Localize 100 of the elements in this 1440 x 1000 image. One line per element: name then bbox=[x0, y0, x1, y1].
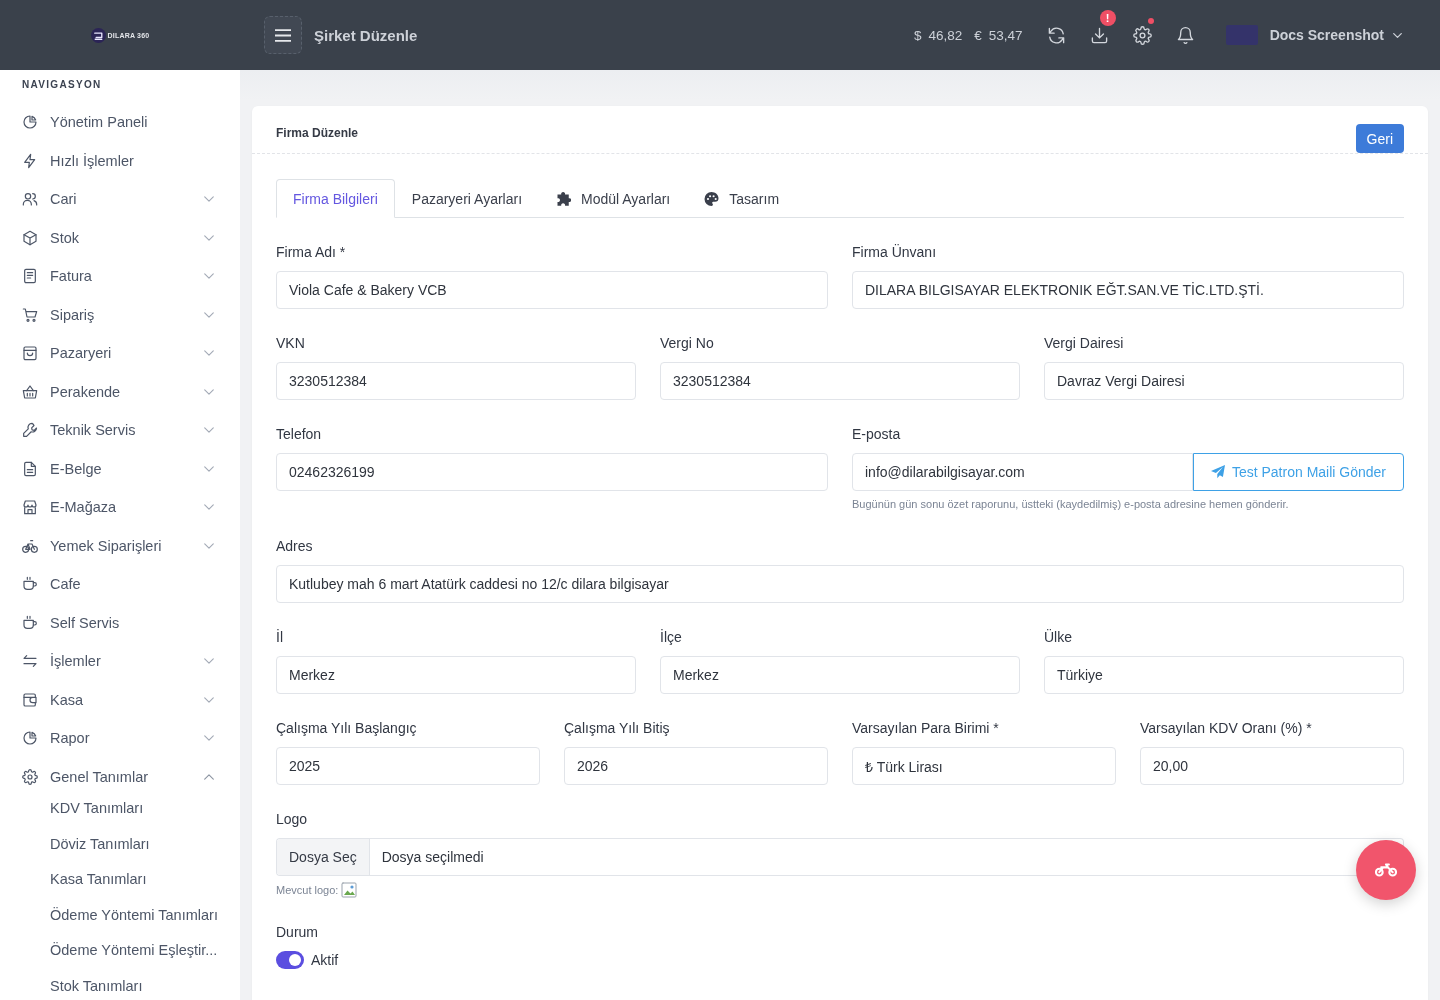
text-field[interactable]: DILARA BILGISAYAR ELEKTRONIK EĞT.SAN.VE TİC.LTD.ŞTİ. bbox=[852, 271, 1404, 309]
submenu-item[interactable]: Ödeme Yöntemi Tanımları bbox=[0, 897, 240, 933]
sidebar-item[interactable]: Fatura bbox=[0, 257, 240, 296]
submenu-item[interactable]: Döviz Tanımları bbox=[0, 826, 240, 862]
bag-icon bbox=[22, 345, 38, 362]
sidebar-item[interactable]: Teknik Servis bbox=[0, 411, 240, 450]
sidebar-item[interactable]: Hızlı İşlemler bbox=[0, 141, 240, 180]
help-text: Bugünün gün sonu özet raporunu, üstteki (kaydedilmiş) e-posta adresine hemen gönderir. bbox=[852, 497, 1290, 512]
sidebar-item[interactable]: Cafe bbox=[0, 565, 240, 604]
store-icon bbox=[22, 499, 38, 516]
users-icon bbox=[22, 191, 38, 208]
field-label: Adres bbox=[276, 537, 314, 556]
tab[interactable]: Pazaryeri Ayarları bbox=[394, 179, 540, 218]
wrench-icon bbox=[22, 422, 38, 439]
tab[interactable]: Firma Bilgileri bbox=[276, 179, 395, 218]
document-icon bbox=[22, 268, 38, 285]
sidebar-item[interactable]: Kasa bbox=[0, 680, 240, 719]
sidebar-item[interactable]: E-Mağaza bbox=[0, 488, 240, 527]
download-icon[interactable] bbox=[1089, 25, 1109, 45]
text-field[interactable]: Davraz Vergi Dairesi bbox=[1044, 362, 1404, 400]
text-field[interactable]: Viola Cafe & Bakery VCB bbox=[276, 271, 828, 309]
currency-symbol: $ bbox=[914, 27, 922, 43]
text-field[interactable]: 02462326199 bbox=[276, 453, 828, 491]
sidebar-item[interactable]: Rapor bbox=[0, 719, 240, 758]
field-label: Çalışma Yılı Başlangıç bbox=[276, 719, 418, 738]
arrows-icon bbox=[22, 653, 38, 670]
bell-icon[interactable] bbox=[1175, 25, 1195, 45]
page-title: Şirket Düzenle bbox=[314, 26, 418, 44]
broken-image-icon bbox=[341, 882, 358, 898]
sidebar-item[interactable]: İşlemler bbox=[0, 642, 240, 681]
sidebar-item[interactable]: Perakende bbox=[0, 372, 240, 411]
logo-icon bbox=[90, 27, 106, 43]
field-label: Ülke bbox=[1044, 628, 1073, 647]
sidebar-item[interactable]: Yönetim Paneli bbox=[0, 103, 240, 142]
text-field[interactable]: 2026 bbox=[564, 747, 828, 785]
box-icon bbox=[22, 229, 38, 246]
document-icon bbox=[22, 460, 38, 477]
puzzle-icon bbox=[556, 191, 572, 206]
field-label: Durum bbox=[276, 923, 319, 942]
notification-badge: ! bbox=[1099, 9, 1116, 26]
bicycle-icon bbox=[22, 537, 38, 554]
toggle-label: Aktif bbox=[311, 952, 339, 968]
field-label: İl bbox=[276, 628, 284, 647]
field-label: E-posta bbox=[852, 425, 902, 444]
text-field[interactable]: Merkez bbox=[660, 656, 1020, 694]
sidebar-item[interactable]: Stok bbox=[0, 218, 240, 257]
text-field[interactable]: Türkiye bbox=[1044, 656, 1404, 694]
tab[interactable]: Tasarım bbox=[687, 179, 797, 218]
settings-icon[interactable] bbox=[1132, 25, 1152, 45]
currency-symbol: € bbox=[974, 27, 982, 43]
settings-icon bbox=[22, 768, 38, 785]
field-label: Çalışma Yılı Bitiş bbox=[564, 719, 671, 738]
field-label: Vergi Dairesi bbox=[1044, 334, 1125, 353]
chevron-down-icon[interactable] bbox=[1393, 32, 1402, 38]
text-field[interactable]: 2025 bbox=[276, 747, 540, 785]
cup-icon bbox=[22, 614, 38, 631]
exchange-rate: 46,82 bbox=[928, 27, 963, 43]
sidebar-item[interactable]: Sipariş bbox=[0, 295, 240, 334]
sidebar-item[interactable]: Cari bbox=[0, 180, 240, 219]
text-field[interactable]: Merkez bbox=[276, 656, 636, 694]
email-field[interactable]: info@dilarabilgisayar.com bbox=[852, 453, 1193, 491]
sidebar-item[interactable]: E-Belge bbox=[0, 449, 240, 488]
field-label: Varsayılan Para Birimi * bbox=[852, 719, 1000, 738]
back-button[interactable]: Geri bbox=[1355, 124, 1404, 153]
sidebar-item[interactable]: Self Servis bbox=[0, 603, 240, 642]
user-name[interactable]: Docs Screenshot bbox=[1269, 27, 1384, 43]
text-field[interactable]: 20,00 bbox=[1140, 747, 1404, 785]
field-label: Logo bbox=[276, 810, 309, 829]
submenu-item[interactable]: Ödeme Yöntemi Eşleştir... bbox=[0, 933, 240, 969]
text-field[interactable]: ₺ Türk Lirası bbox=[852, 747, 1116, 785]
basket-icon bbox=[22, 383, 38, 400]
submenu-item[interactable]: Stok Tanımları bbox=[0, 968, 240, 1000]
text-field[interactable]: 3230512384 bbox=[276, 362, 636, 400]
text-field[interactable]: Kutlubey mah 6 mart Atatürk caddesi no 12/c dilara bilgisayar bbox=[276, 565, 1404, 603]
pie-chart-icon bbox=[22, 730, 38, 747]
menu-icon bbox=[275, 28, 291, 42]
field-label: İlçe bbox=[660, 628, 683, 647]
pie-chart-icon bbox=[22, 114, 38, 131]
sidebar-item[interactable]: Pazaryeri bbox=[0, 334, 240, 373]
submenu-item[interactable]: Kasa Tanımları bbox=[0, 862, 240, 898]
field-label: Firma Ünvanı bbox=[852, 243, 938, 262]
tab[interactable]: Modül Ayarları bbox=[539, 179, 688, 218]
sidebar-item[interactable]: Yemek Siparişleri bbox=[0, 526, 240, 565]
toggle-switch[interactable] bbox=[276, 951, 304, 969]
field-label: Firma Adı * bbox=[276, 243, 347, 262]
menu-button[interactable] bbox=[264, 16, 302, 54]
field-label: Varsayılan KDV Oranı (%) * bbox=[1140, 719, 1313, 738]
avatar-image bbox=[1225, 25, 1258, 45]
field-label: Vergi No bbox=[660, 334, 715, 353]
cart-icon bbox=[22, 306, 38, 323]
text-field[interactable]: 3230512384 bbox=[660, 362, 1020, 400]
exchange-rate: 53,47 bbox=[988, 27, 1023, 43]
refresh-icon[interactable] bbox=[1046, 25, 1066, 45]
section-heading: NAVIGASYON bbox=[21, 78, 103, 92]
field-label: VKN bbox=[276, 334, 306, 353]
field-label: Telefon bbox=[276, 425, 323, 444]
paper-plane-icon bbox=[1210, 465, 1225, 479]
help-text: Mevcut logo: bbox=[276, 883, 339, 898]
lightning-icon bbox=[22, 152, 38, 169]
card-title: Firma Düzenle bbox=[276, 125, 359, 142]
